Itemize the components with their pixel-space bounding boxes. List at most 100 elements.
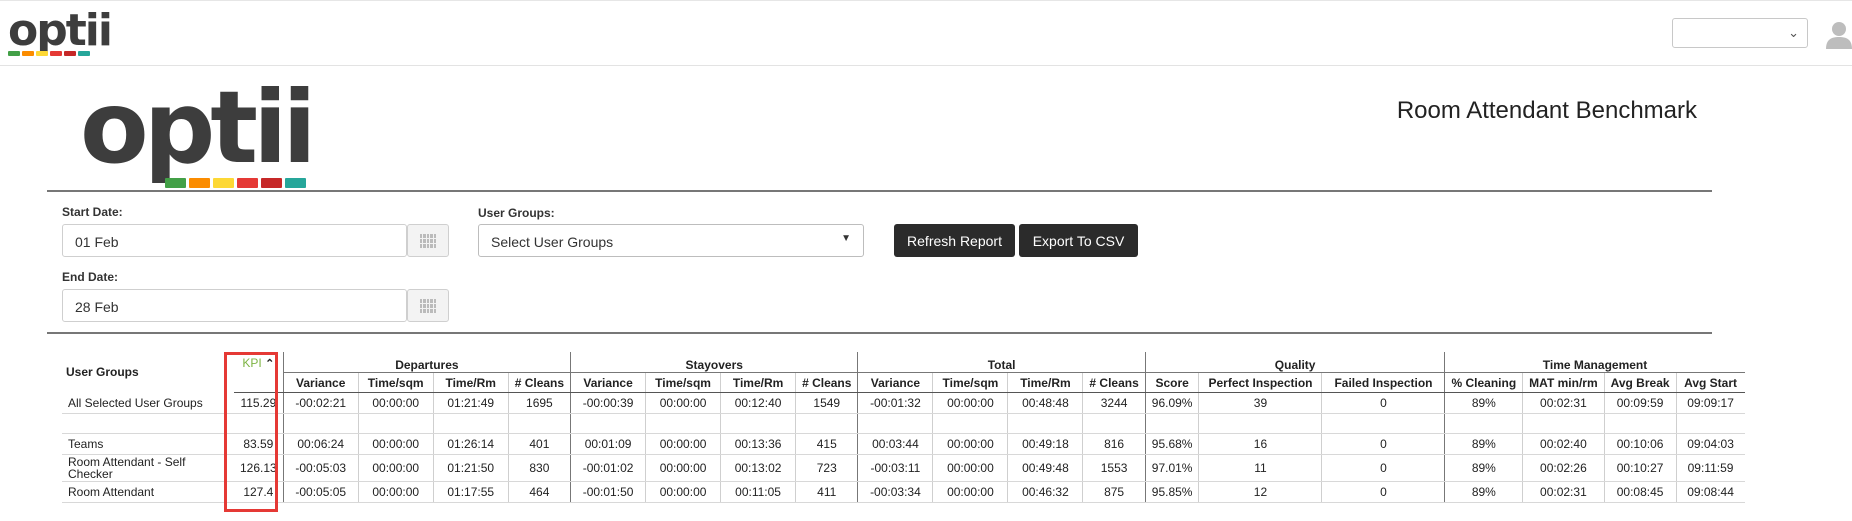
table-cell: 16	[1198, 433, 1322, 455]
table-cell: 95.68%	[1144, 433, 1199, 455]
report-logo: optii	[80, 69, 317, 188]
table-cell: 01:21:50	[432, 454, 509, 482]
table-cell: -00:00:39	[570, 392, 646, 414]
table-cell: 00:02:31	[1522, 481, 1605, 503]
col-stay-time-sqm[interactable]: Time/sqm	[645, 372, 721, 393]
col-mat-min-rm[interactable]: MAT min/rm	[1522, 372, 1605, 393]
table-cell: 464	[507, 481, 571, 503]
calendar-icon	[420, 298, 436, 313]
table-cell: 09:08:44	[1675, 481, 1745, 503]
refresh-report-button[interactable]: Refresh Report	[894, 224, 1015, 257]
table-cell: 96.09%	[1144, 392, 1199, 414]
table-cell: -00:01:32	[857, 392, 933, 414]
table-cell: 00:00:00	[645, 454, 721, 482]
table-cell: 00:10:06	[1603, 433, 1677, 455]
table-cell: -00:03:34	[857, 481, 933, 503]
table-cell: 00:13:36	[720, 433, 796, 455]
end-date-calendar-button[interactable]	[407, 289, 449, 322]
col-total-cleans[interactable]: # Cleans	[1082, 372, 1146, 393]
table-cell: 89%	[1444, 392, 1523, 414]
start-date-calendar-button[interactable]	[407, 224, 449, 257]
col-stay-variance[interactable]: Variance	[570, 372, 646, 393]
table-cell: -00:02:21	[282, 392, 359, 414]
user-groups-select[interactable]: Select User Groups ▼	[478, 224, 864, 257]
table-cell: 0	[1321, 454, 1445, 482]
row-name: All Selected User Groups	[62, 392, 234, 414]
end-date-input[interactable]: 28 Feb	[62, 289, 407, 322]
divider	[47, 190, 1712, 192]
table-spacer-row	[62, 413, 1745, 434]
chevron-down-icon: ⌄	[1788, 25, 1799, 40]
col-quality-score[interactable]: Score	[1144, 372, 1199, 393]
row-name: Room Attendant - Self Checker	[62, 454, 234, 482]
table-cell: 01:21:49	[432, 392, 509, 414]
col-user-groups[interactable]: User Groups	[62, 352, 234, 393]
col-dep-cleans[interactable]: # Cleans	[507, 372, 571, 393]
table-cell: 1695	[507, 392, 571, 414]
table-cell: 09:09:17	[1675, 392, 1745, 414]
col-dep-time-rm[interactable]: Time/Rm	[432, 372, 509, 393]
benchmark-table: User Groups KPI ⌃ Departures Stayovers T…	[62, 352, 1745, 503]
col-total-variance[interactable]: Variance	[857, 372, 933, 393]
col-stay-time-rm[interactable]: Time/Rm	[720, 372, 796, 393]
table-cell: 00:00:00	[932, 454, 1008, 482]
export-csv-button[interactable]: Export To CSV	[1019, 224, 1138, 257]
table-row: Room Attendant - Self Checker 126.13 -00…	[62, 454, 1745, 482]
table-cell: 09:11:59	[1675, 454, 1745, 482]
col-dep-time-sqm[interactable]: Time/sqm	[357, 372, 434, 393]
table-cell: 00:49:48	[1007, 454, 1083, 482]
header-logo-text: optii	[8, 5, 113, 56]
table-cell: 00:11:05	[720, 481, 796, 503]
table-cell: 00:00:00	[932, 481, 1008, 503]
property-select[interactable]: ⌄	[1672, 18, 1808, 48]
report-logo-text: optii	[80, 69, 317, 186]
start-date-label: Start Date:	[62, 205, 123, 219]
table-cell: 411	[795, 481, 858, 503]
col-failed-inspection[interactable]: Failed Inspection	[1321, 372, 1445, 393]
table-cell: 723	[795, 454, 858, 482]
table-cell: 0	[1321, 481, 1445, 503]
table-cell: 00:00:00	[357, 433, 434, 455]
table-cell: 0	[1321, 433, 1445, 455]
table-cell: 01:26:14	[432, 433, 509, 455]
col-dep-variance[interactable]: Variance	[282, 372, 359, 393]
table-cell: 00:46:32	[1007, 481, 1083, 503]
col-total-time-sqm[interactable]: Time/sqm	[932, 372, 1008, 393]
col-stay-cleans[interactable]: # Cleans	[795, 372, 858, 393]
table-cell: -00:03:11	[857, 454, 933, 482]
table-cell: 00:10:27	[1603, 454, 1677, 482]
user-icon[interactable]	[1826, 21, 1852, 54]
kpi-highlight-box	[224, 352, 278, 512]
table-cell: 00:12:40	[720, 392, 796, 414]
page-title: Room Attendant Benchmark	[1396, 97, 1697, 124]
table-cell: 816	[1082, 433, 1146, 455]
top-bar: optii ⌄	[0, 0, 1852, 66]
group-time-management: Time Management	[1444, 352, 1745, 373]
table-cell: 95.85%	[1144, 481, 1199, 503]
col-total-time-rm[interactable]: Time/Rm	[1007, 372, 1083, 393]
table-cell: -00:01:50	[570, 481, 646, 503]
header-logo[interactable]: optii	[8, 5, 113, 56]
user-groups-label: User Groups:	[478, 206, 555, 220]
col-avg-start[interactable]: Avg Start	[1675, 372, 1745, 393]
row-name: Teams	[62, 433, 234, 455]
table-cell: 00:13:02	[720, 454, 796, 482]
table-cell: 00:00:00	[357, 454, 434, 482]
table-cell: 00:06:24	[282, 433, 359, 455]
table-cell: 1553	[1082, 454, 1146, 482]
table-cell: 00:02:31	[1522, 392, 1605, 414]
table-cell: -00:05:03	[282, 454, 359, 482]
table-cell: 00:09:59	[1603, 392, 1677, 414]
table-cell: 3244	[1082, 392, 1146, 414]
col-avg-break[interactable]: Avg Break	[1603, 372, 1677, 393]
col-perfect-inspection[interactable]: Perfect Inspection	[1198, 372, 1322, 393]
table-cell: 00:01:09	[570, 433, 646, 455]
col-pct-cleaning[interactable]: % Cleaning	[1444, 372, 1523, 393]
start-date-input[interactable]: 01 Feb	[62, 224, 407, 257]
table-cell: 89%	[1444, 481, 1523, 503]
table-cell: -00:01:02	[570, 454, 646, 482]
row-name: Room Attendant	[62, 481, 234, 503]
table-cell: 97.01%	[1144, 454, 1199, 482]
table-cell: 09:04:03	[1675, 433, 1745, 455]
table-cell: 01:17:55	[432, 481, 509, 503]
